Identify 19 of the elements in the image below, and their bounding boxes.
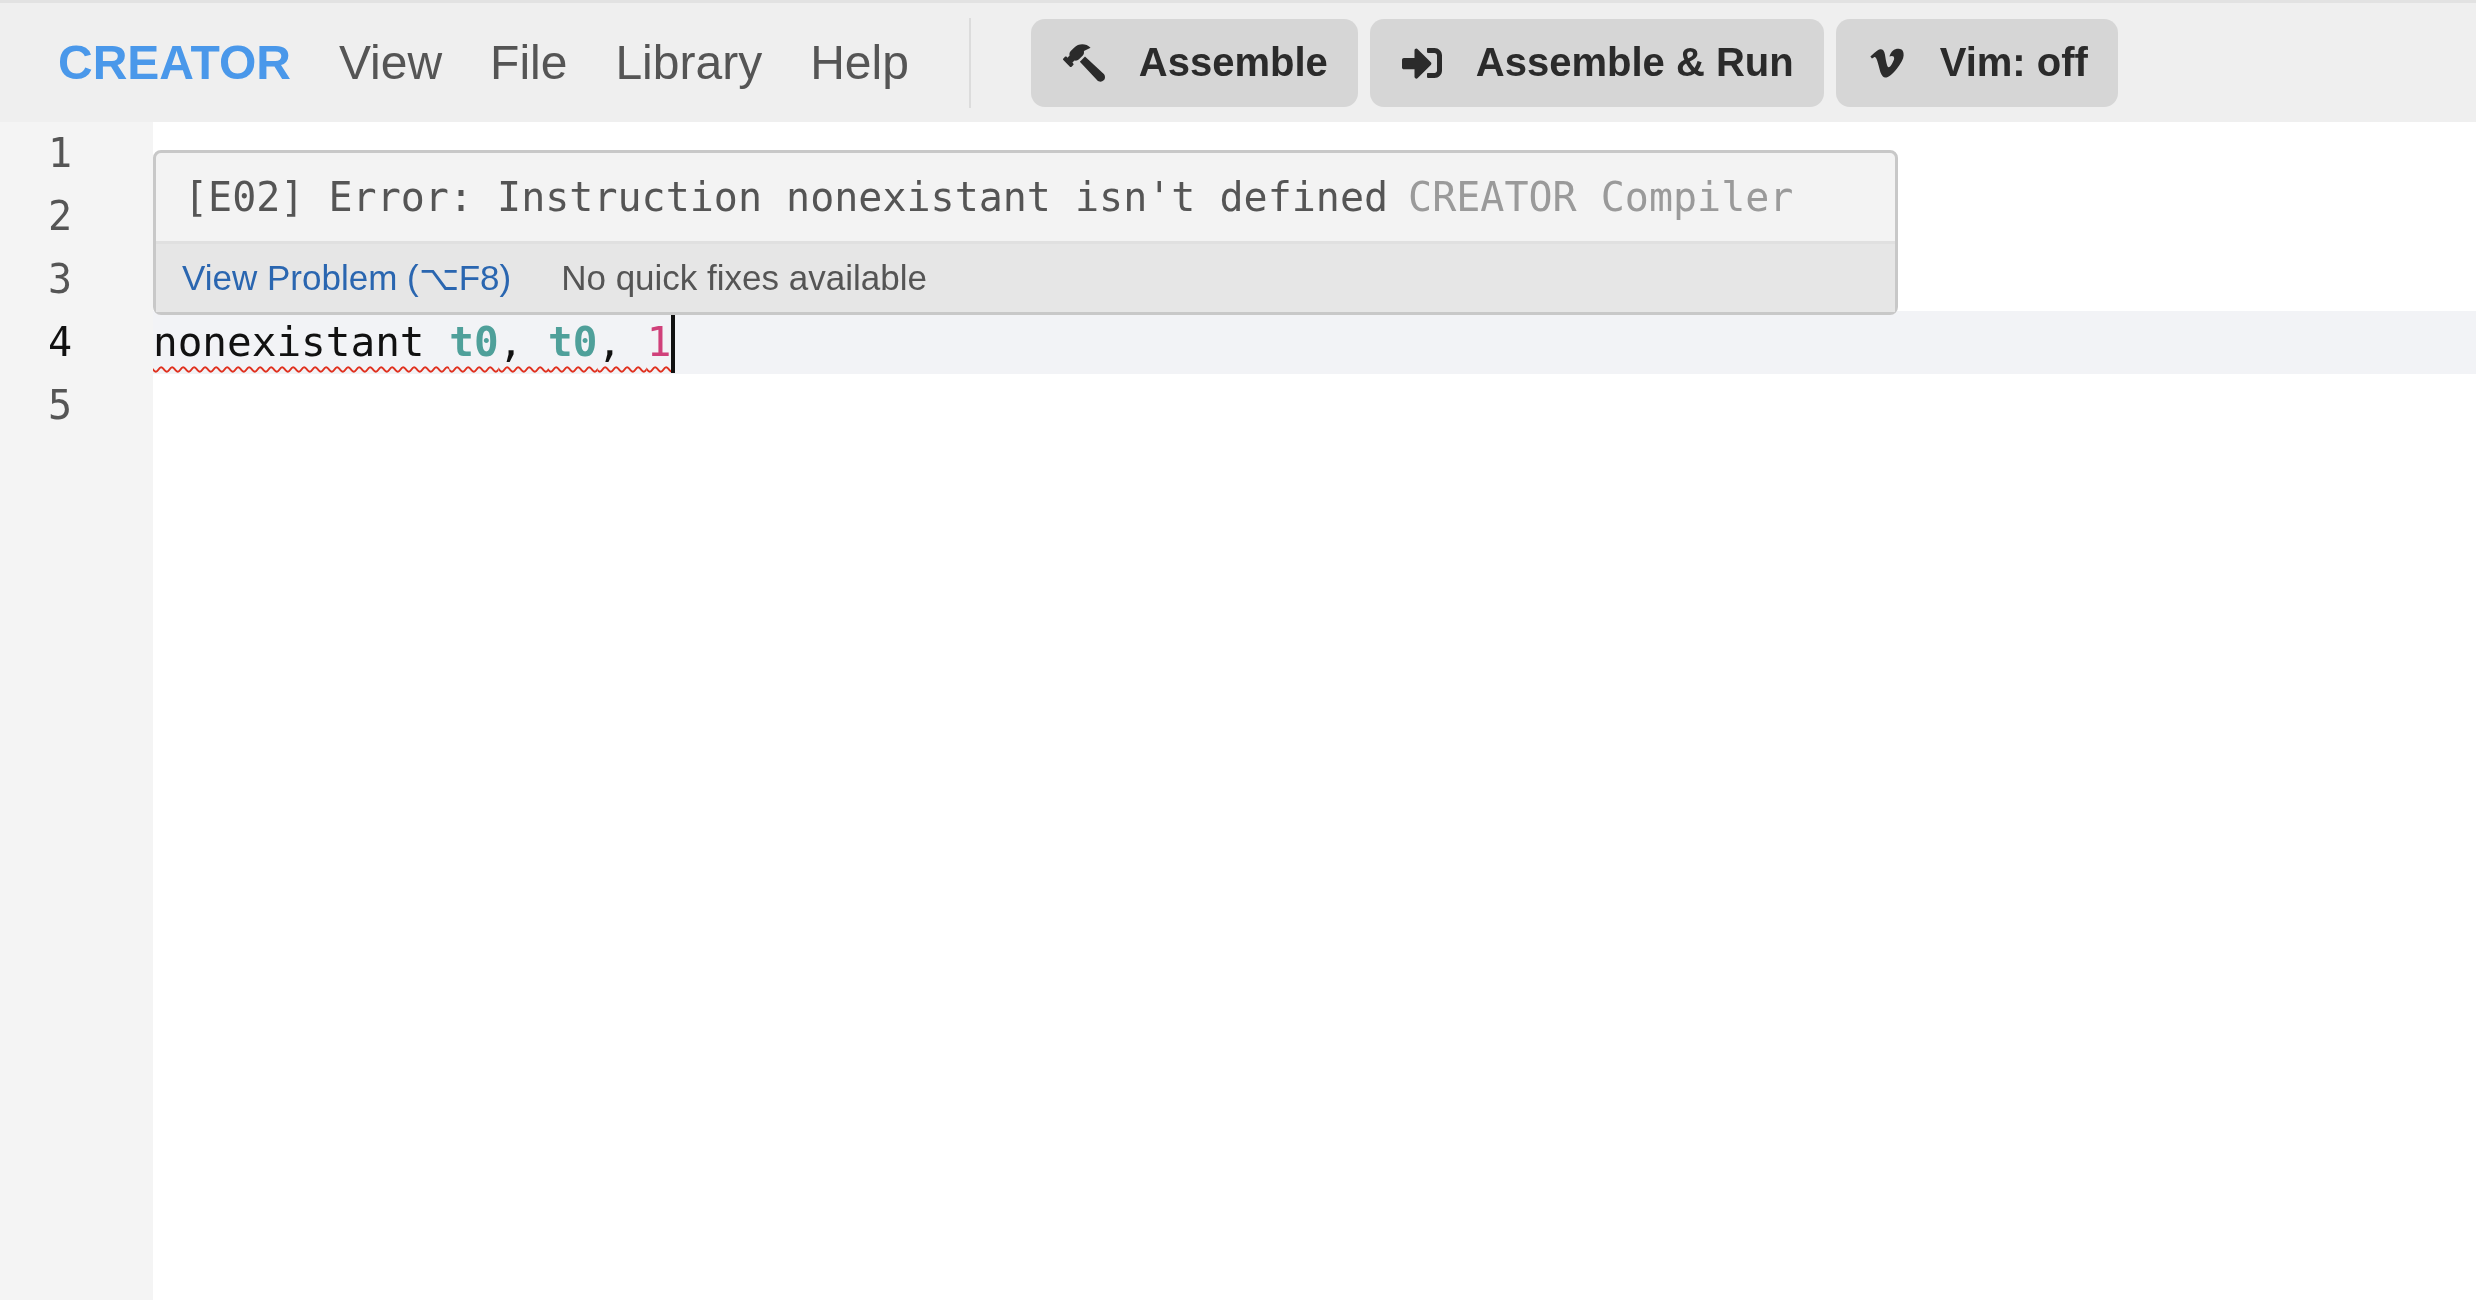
line-number: 1 xyxy=(47,129,74,178)
code-line: nonexistant t0, t0, 1 xyxy=(153,317,672,368)
menu-item[interactable]: View xyxy=(338,35,443,90)
quick-fix-note: No quick fixes available xyxy=(561,258,927,298)
error-source: CREATOR Compiler xyxy=(1408,174,1794,220)
line-number: 5 xyxy=(47,381,74,430)
toolbar-button[interactable]: Assemble xyxy=(1030,18,1358,107)
hammer-icon xyxy=(1062,41,1105,84)
menu-item[interactable]: File xyxy=(490,35,568,90)
vim-toggle-button[interactable]: Vim: off xyxy=(1835,18,2118,107)
line-number: 4 xyxy=(47,318,74,367)
text-cursor xyxy=(671,312,676,373)
menu-item[interactable]: Library xyxy=(615,35,763,90)
error-message: [E02] Error: Instruction nonexistant isn't defined xyxy=(184,174,1389,220)
line-number: 2 xyxy=(47,192,74,241)
toolbar-button[interactable]: Assemble & Run xyxy=(1369,18,1824,107)
view-problem-link[interactable]: View Problem (⌥F8) xyxy=(182,258,512,298)
line-number: 3 xyxy=(47,255,74,304)
menu-item[interactable]: Help xyxy=(810,35,909,90)
